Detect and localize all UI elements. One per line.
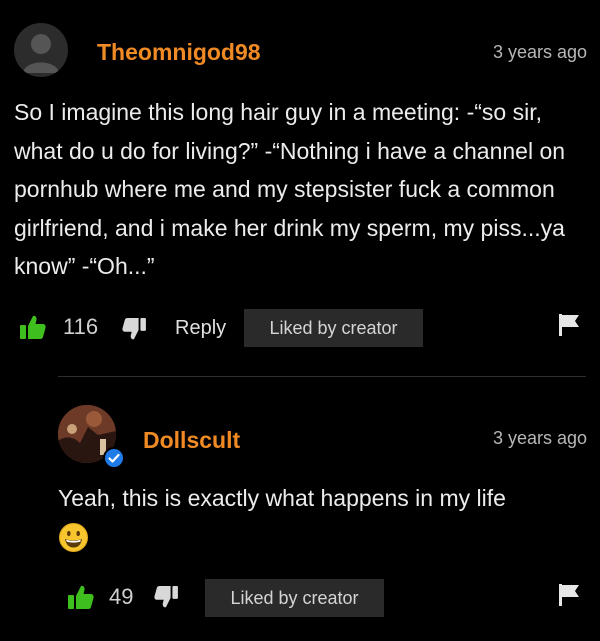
thumbs-up-icon[interactable] (20, 315, 46, 339)
flag-icon[interactable] (559, 584, 579, 606)
comment-divider (58, 376, 586, 377)
default-avatar-icon[interactable] (14, 23, 68, 77)
reply-username[interactable]: Dollscult (143, 427, 240, 454)
grinning-emoji-icon (59, 523, 88, 552)
comment-timestamp: 3 years ago (492, 42, 587, 62)
thumbs-down-icon[interactable] (122, 318, 146, 340)
reply-timestamp: 3 years ago (492, 428, 587, 448)
reply-body: Yeah, this is exactly what happens in my… (58, 485, 506, 511)
comments-page: Theomnigod98 3 years ago So I imagine th… (0, 0, 600, 641)
thumbs-down-icon[interactable] (154, 586, 178, 608)
like-count: 116 (63, 314, 99, 339)
thumbs-up-icon[interactable] (68, 585, 94, 609)
reply-like-count: 49 (109, 584, 134, 609)
reply-liked-by-creator-badge: Liked by creator (205, 579, 384, 617)
flag-icon[interactable] (559, 314, 579, 336)
verified-check-icon (103, 447, 125, 469)
liked-by-creator-badge: Liked by creator (244, 309, 423, 347)
comment-body: So I imagine this long hair guy in a mee… (14, 99, 566, 279)
comment-username[interactable]: Theomnigod98 (97, 39, 261, 66)
reply-button[interactable]: Reply (175, 317, 226, 340)
